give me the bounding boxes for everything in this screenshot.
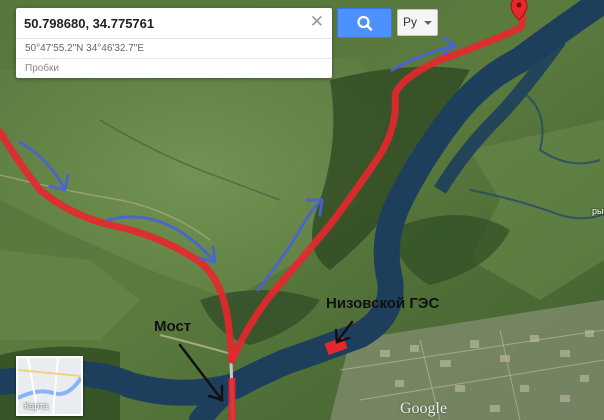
search-icon xyxy=(357,15,373,31)
minimap-label: Карта xyxy=(24,401,49,411)
google-watermark: Google xyxy=(400,400,448,417)
search-row: ✕ xyxy=(16,8,332,38)
suggestion-coordinates[interactable]: 50°47'55.2"N 34°46'32.7"E xyxy=(16,38,332,57)
language-value: Ру xyxy=(403,15,418,29)
suggestion-traffic[interactable]: Пробки xyxy=(16,58,332,77)
search-box: ✕ 50°47'55.2"N 34°46'32.7"E Пробки xyxy=(16,8,332,78)
chevron-down-icon xyxy=(424,21,432,25)
search-input[interactable] xyxy=(24,14,304,32)
close-icon[interactable]: ✕ xyxy=(310,13,324,31)
dam-label: Низовской ГЭС xyxy=(326,295,440,312)
edge-place-label: ры xyxy=(592,206,604,216)
search-button[interactable] xyxy=(337,8,392,38)
map-type-switch[interactable]: Карта xyxy=(16,356,83,416)
bridge-label: Мост xyxy=(154,318,192,335)
language-select[interactable]: Ру xyxy=(397,9,438,36)
